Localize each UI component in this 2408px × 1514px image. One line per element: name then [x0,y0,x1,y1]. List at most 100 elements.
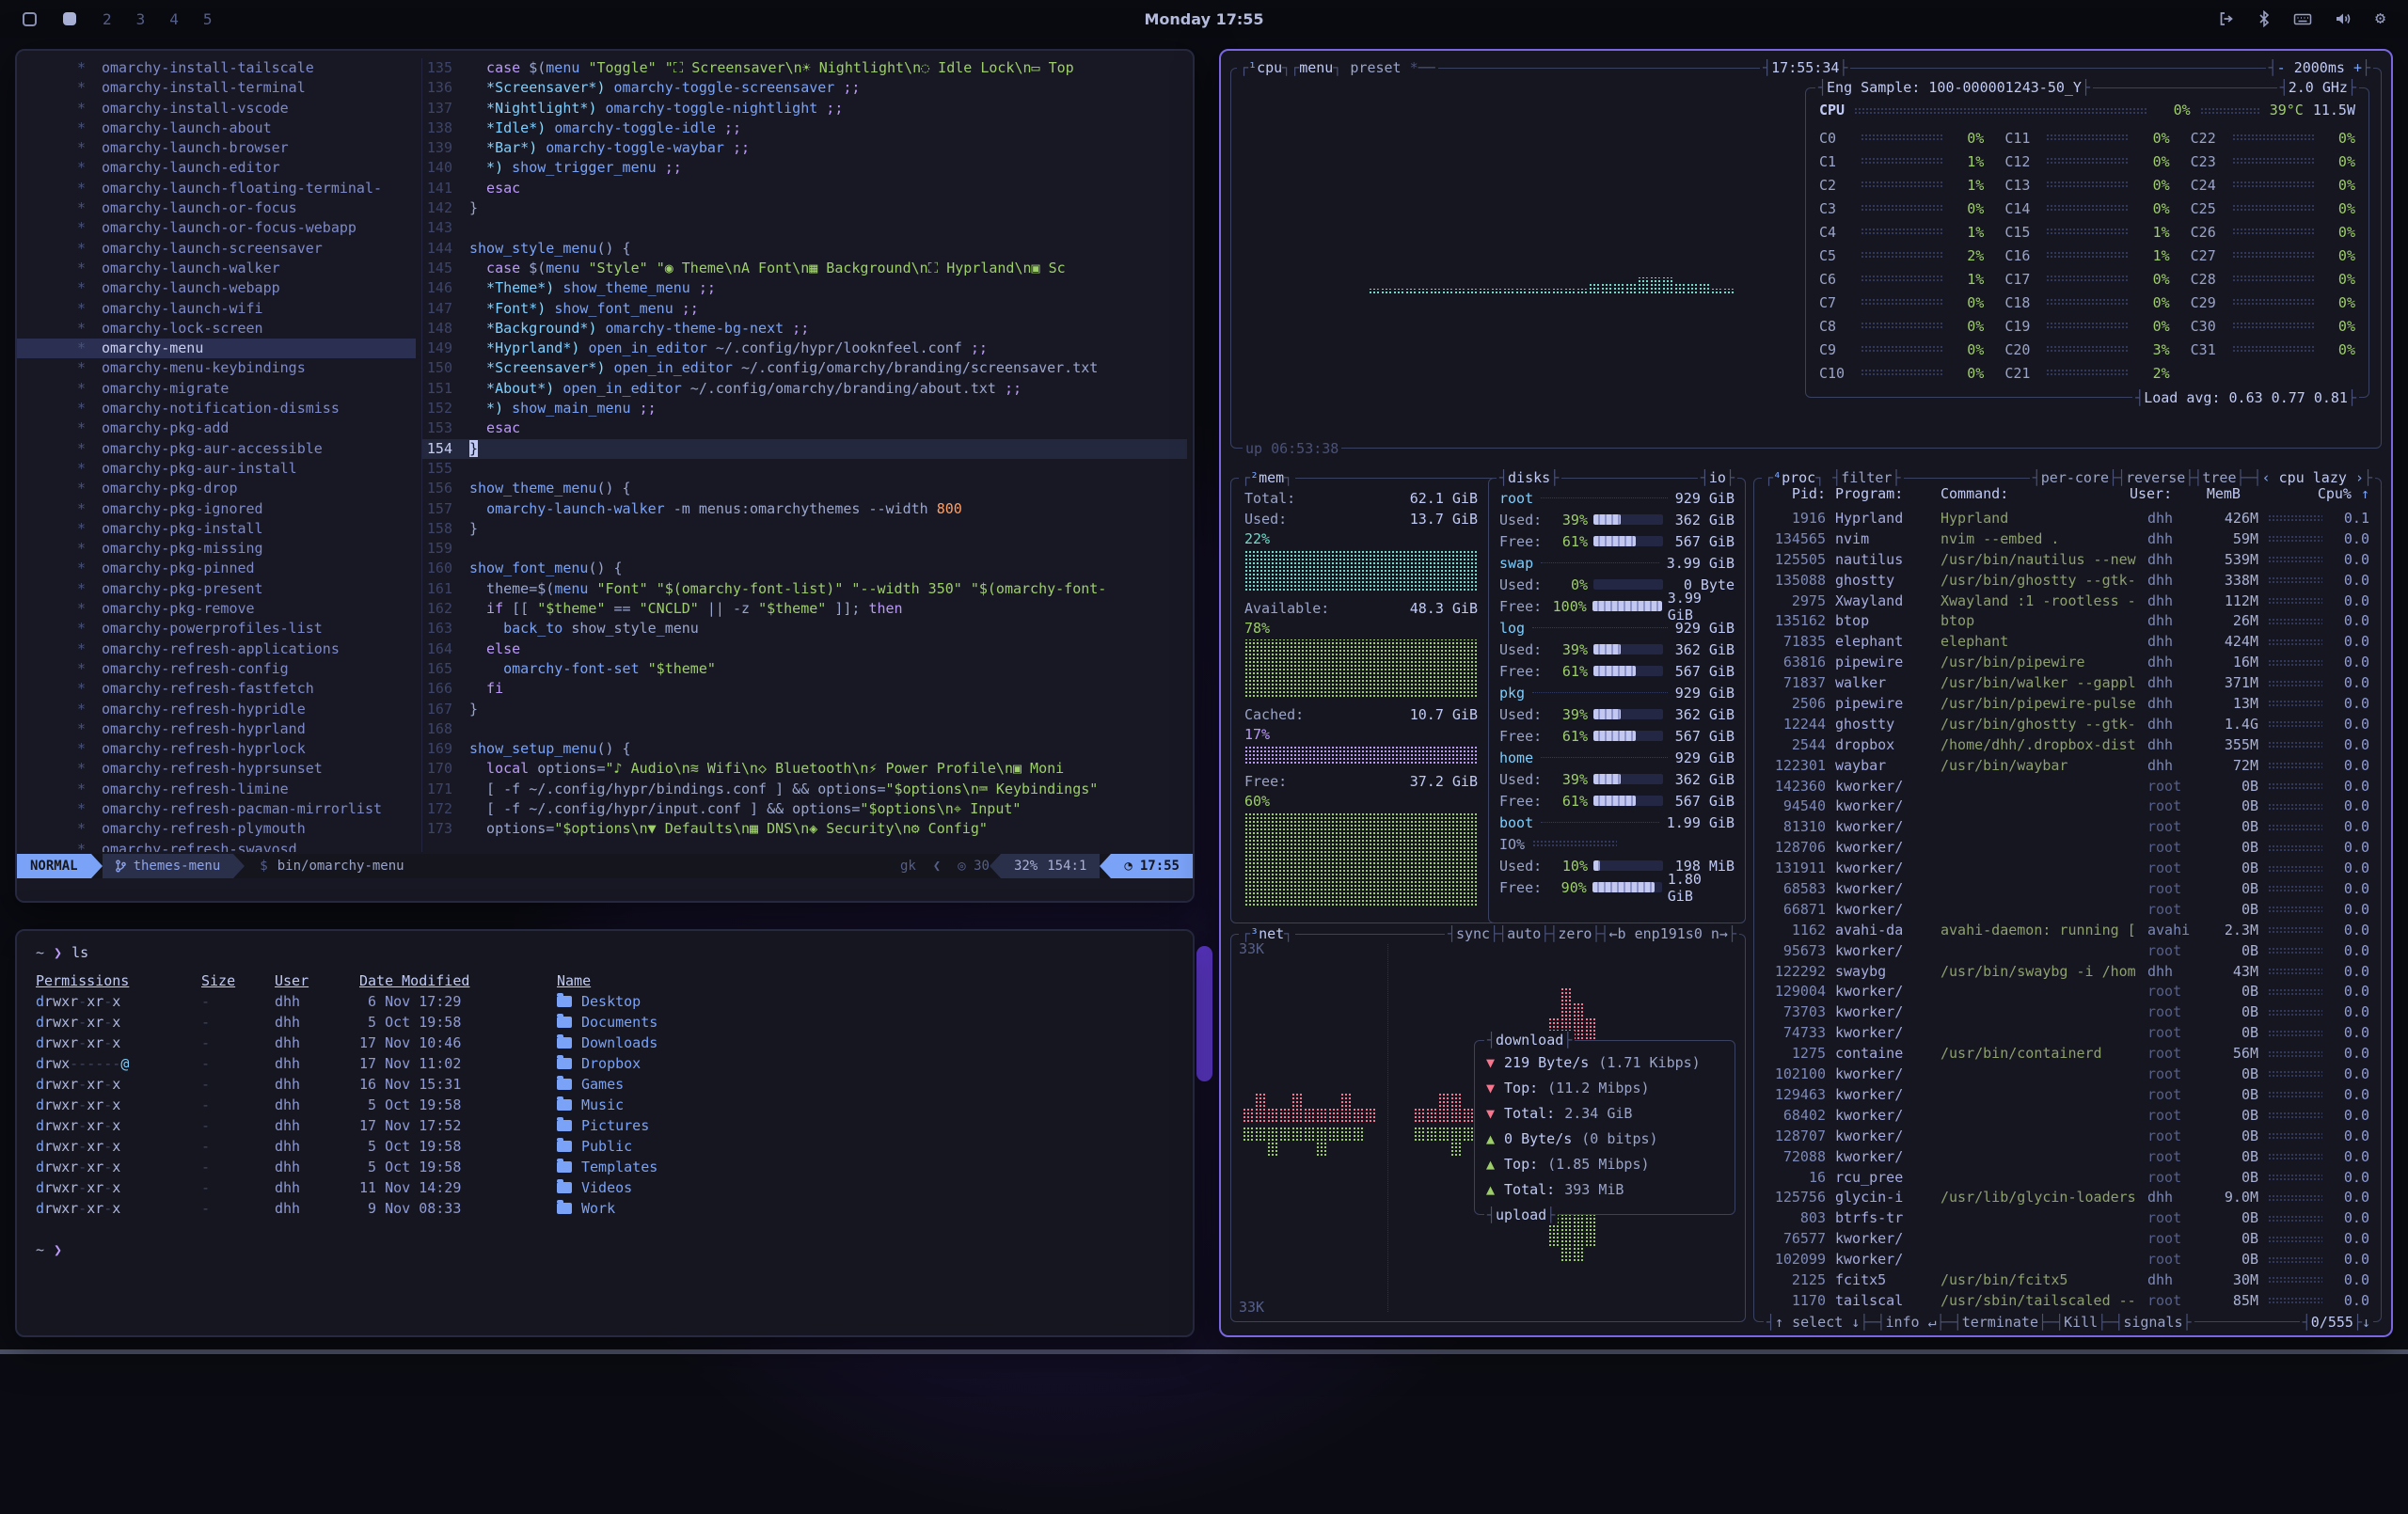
file-item[interactable]: *omarchy-migrate [17,379,416,399]
file-item[interactable]: *omarchy-lock-screen [17,319,416,339]
terminal-content[interactable]: ~ ❯ ls Permissions Size User Date Modifi… [36,942,1174,1324]
proc-row[interactable]: 66871kworker/root0B0.0 [1754,900,2381,921]
proc-row[interactable]: 135162btopbtopdhh26M0.0 [1754,611,2381,632]
file-item[interactable]: *omarchy-refresh-hyprsunset [17,759,416,779]
file-item[interactable]: *omarchy-refresh-pacman-mirrorlist [17,799,416,819]
proc-row[interactable]: 1275containe/usr/bin/containerdroot56M0.… [1754,1044,2381,1065]
proc-row[interactable]: 72088kworker/root0B0.0 [1754,1147,2381,1168]
file-item[interactable]: *omarchy-refresh-fastfetch [17,679,416,699]
file-item[interactable]: *omarchy-refresh-plymouth [17,819,416,839]
proc-row[interactable]: 2506pipewire/usr/bin/pipewire-pulsedhh13… [1754,694,2381,715]
file-item[interactable]: *omarchy-pkg-install [17,519,416,539]
proc-row[interactable]: 135088ghostty/usr/bin/ghostty --gtk-dhh3… [1754,571,2381,591]
update-interval[interactable]: ┤- 2000ms +├ [2266,58,2373,77]
proc-row[interactable]: 142360kworker/root0B0.0 [1754,777,2381,797]
proc-footer-action[interactable]: terminate [1962,1313,2038,1332]
command-line[interactable] [17,878,1193,901]
net-tab-auto[interactable]: auto [1507,924,1541,943]
volume-icon[interactable] [2335,10,2353,27]
code-editor-pane[interactable]: 135 case $(menu "Toggle" "⛶ Screensaver\… [421,58,1187,852]
file-item[interactable]: *omarchy-pkg-aur-install [17,459,416,479]
file-item[interactable]: *omarchy-refresh-hypridle [17,700,416,719]
proc-row[interactable]: 128706kworker/root0B0.0 [1754,838,2381,859]
file-item[interactable]: *omarchy-menu [17,339,416,358]
settings-gear-icon[interactable]: ⚙ [2375,10,2385,27]
net-tab-sync[interactable]: sync [1456,924,1490,943]
file-item[interactable]: *omarchy-notification-dismiss [17,399,416,418]
proc-row[interactable]: 134565nvimnvim --embed .dhh59M0.0 [1754,529,2381,550]
file-item[interactable]: *omarchy-powerprofiles-list [17,619,416,639]
file-item[interactable]: *omarchy-pkg-missing [17,539,416,559]
file-item[interactable]: *omarchy-pkg-remove [17,599,416,619]
file-item[interactable]: *omarchy-refresh-applications [17,639,416,659]
file-item[interactable]: *omarchy-pkg-aur-accessible [17,439,416,459]
proc-row[interactable]: 76577kworker/root0B0.0 [1754,1229,2381,1250]
file-item[interactable]: *omarchy-launch-editor [17,158,416,178]
interval-decrease-button[interactable]: - [2277,58,2286,77]
proc-row[interactable]: 68583kworker/root0B0.0 [1754,879,2381,900]
proc-row[interactable]: 71837walker/usr/bin/walker --gappldhh371… [1754,673,2381,694]
sort-direction-arrow[interactable]: ↑ [2361,484,2369,505]
proc-row[interactable]: 63816pipewire/usr/bin/pipewiredhh16M0.0 [1754,653,2381,673]
file-item[interactable]: *omarchy-pkg-ignored [17,499,416,519]
net-tab--b-enp191s0-n-[interactable]: ←b enp191s0 n→ [1609,924,1728,943]
file-item[interactable]: *omarchy-launch-screensaver [17,239,416,259]
file-item[interactable]: *omarchy-launch-about [17,118,416,138]
workspace-3[interactable]: 3 [136,10,146,28]
proc-row[interactable]: 74733kworker/root0B0.0 [1754,1023,2381,1044]
btop-window[interactable]: ┌¹cpu┐┌menu┐ preset *── ┤17:55:34├ ┤- 20… [1219,49,2393,1337]
file-item[interactable]: *omarchy-launch-webapp [17,278,416,298]
file-item[interactable]: *omarchy-launch-floating-terminal- [17,179,416,198]
proc-row[interactable]: 95673kworker/root0B0.0 [1754,941,2381,962]
workspace-4[interactable]: 4 [169,10,179,28]
file-item[interactable]: *omarchy-refresh-hyprlock [17,739,416,759]
keyboard-icon[interactable] [2293,10,2312,27]
proc-row[interactable]: 2125fcitx5/usr/bin/fcitx5dhh30M0.0 [1754,1270,2381,1291]
proc-row[interactable]: 125505nautilus/usr/bin/nautilus --newdhh… [1754,550,2381,571]
bluetooth-icon[interactable] [2258,10,2271,27]
proc-row[interactable]: 1162avahi-daavahi-daemon: running [avahi… [1754,921,2381,941]
proc-footer-action[interactable]: ↑ select ↓ [1775,1313,1860,1332]
file-item[interactable]: *omarchy-launch-wifi [17,299,416,319]
omarchy-logo-icon[interactable] [23,12,37,26]
file-item[interactable]: *omarchy-refresh-swayosd [17,840,416,852]
file-item[interactable]: *omarchy-install-terminal [17,78,416,98]
file-item[interactable]: *omarchy-refresh-limine [17,780,416,799]
file-item[interactable]: *omarchy-pkg-add [17,418,416,438]
proc-row[interactable]: 1170tailscal/usr/sbin/tailscaled --root8… [1754,1291,2381,1310]
workspace-1-active[interactable] [63,12,76,25]
workspace-2[interactable]: 2 [103,10,112,28]
file-item[interactable]: *omarchy-pkg-pinned [17,559,416,578]
proc-row[interactable]: 102100kworker/root0B0.0 [1754,1065,2381,1085]
file-item[interactable]: *omarchy-launch-walker [17,259,416,278]
file-item[interactable]: *omarchy-pkg-present [17,579,416,599]
proc-row[interactable]: 2975XwaylandXwayland :1 -rootless -dhh11… [1754,591,2381,612]
proc-footer-action[interactable]: signals [2123,1313,2182,1332]
workspace-5[interactable]: 5 [203,10,213,28]
file-item[interactable]: *omarchy-launch-or-focus [17,198,416,218]
file-item[interactable]: *omarchy-install-vscode [17,99,416,118]
proc-row[interactable]: 803btrfs-trroot0B0.0 [1754,1208,2381,1229]
proc-row[interactable]: 1916HyprlandHyprlanddhh426M0.1 [1754,509,2381,529]
file-item[interactable]: *omarchy-refresh-hyprland [17,719,416,739]
proc-row[interactable]: 16rcu_preeroot0B0.0 [1754,1168,2381,1189]
io-tab[interactable]: ┤io├ [1698,468,1737,487]
proc-row[interactable]: 122301waybar/usr/bin/waybardhh72M0.0 [1754,756,2381,777]
file-item[interactable]: *omarchy-launch-or-focus-webapp [17,218,416,238]
proc-row[interactable]: 71835elephantelephantdhh424M0.0 [1754,632,2381,653]
proc-row[interactable]: 102099kworker/root0B0.0 [1754,1250,2381,1270]
proc-row[interactable]: 73703kworker/root0B0.0 [1754,1002,2381,1023]
proc-row[interactable]: 122292swaybg/usr/bin/swaybg -i /homdhh43… [1754,962,2381,983]
file-item[interactable]: *omarchy-pkg-drop [17,479,416,498]
proc-row[interactable]: 2544dropbox/home/dhh/.dropbox-distdhh355… [1754,735,2381,756]
process-list[interactable]: 1916HyprlandHyprlanddhh426M0.1134565nvim… [1754,509,2381,1310]
file-item[interactable]: *omarchy-menu-keybindings [17,358,416,378]
proc-row[interactable]: 81310kworker/root0B0.0 [1754,817,2381,838]
proc-row[interactable]: 131911kworker/root0B0.0 [1754,859,2381,879]
file-item[interactable]: *omarchy-launch-browser [17,138,416,158]
proc-row[interactable]: 12244ghostty/usr/bin/ghostty --gtk-dhh1.… [1754,715,2381,735]
file-item[interactable]: *omarchy-refresh-config [17,659,416,679]
proc-row[interactable]: 129463kworker/root0B0.0 [1754,1085,2381,1106]
net-tab-zero[interactable]: zero [1558,924,1592,943]
proc-row[interactable]: 94540kworker/root0B0.0 [1754,796,2381,817]
